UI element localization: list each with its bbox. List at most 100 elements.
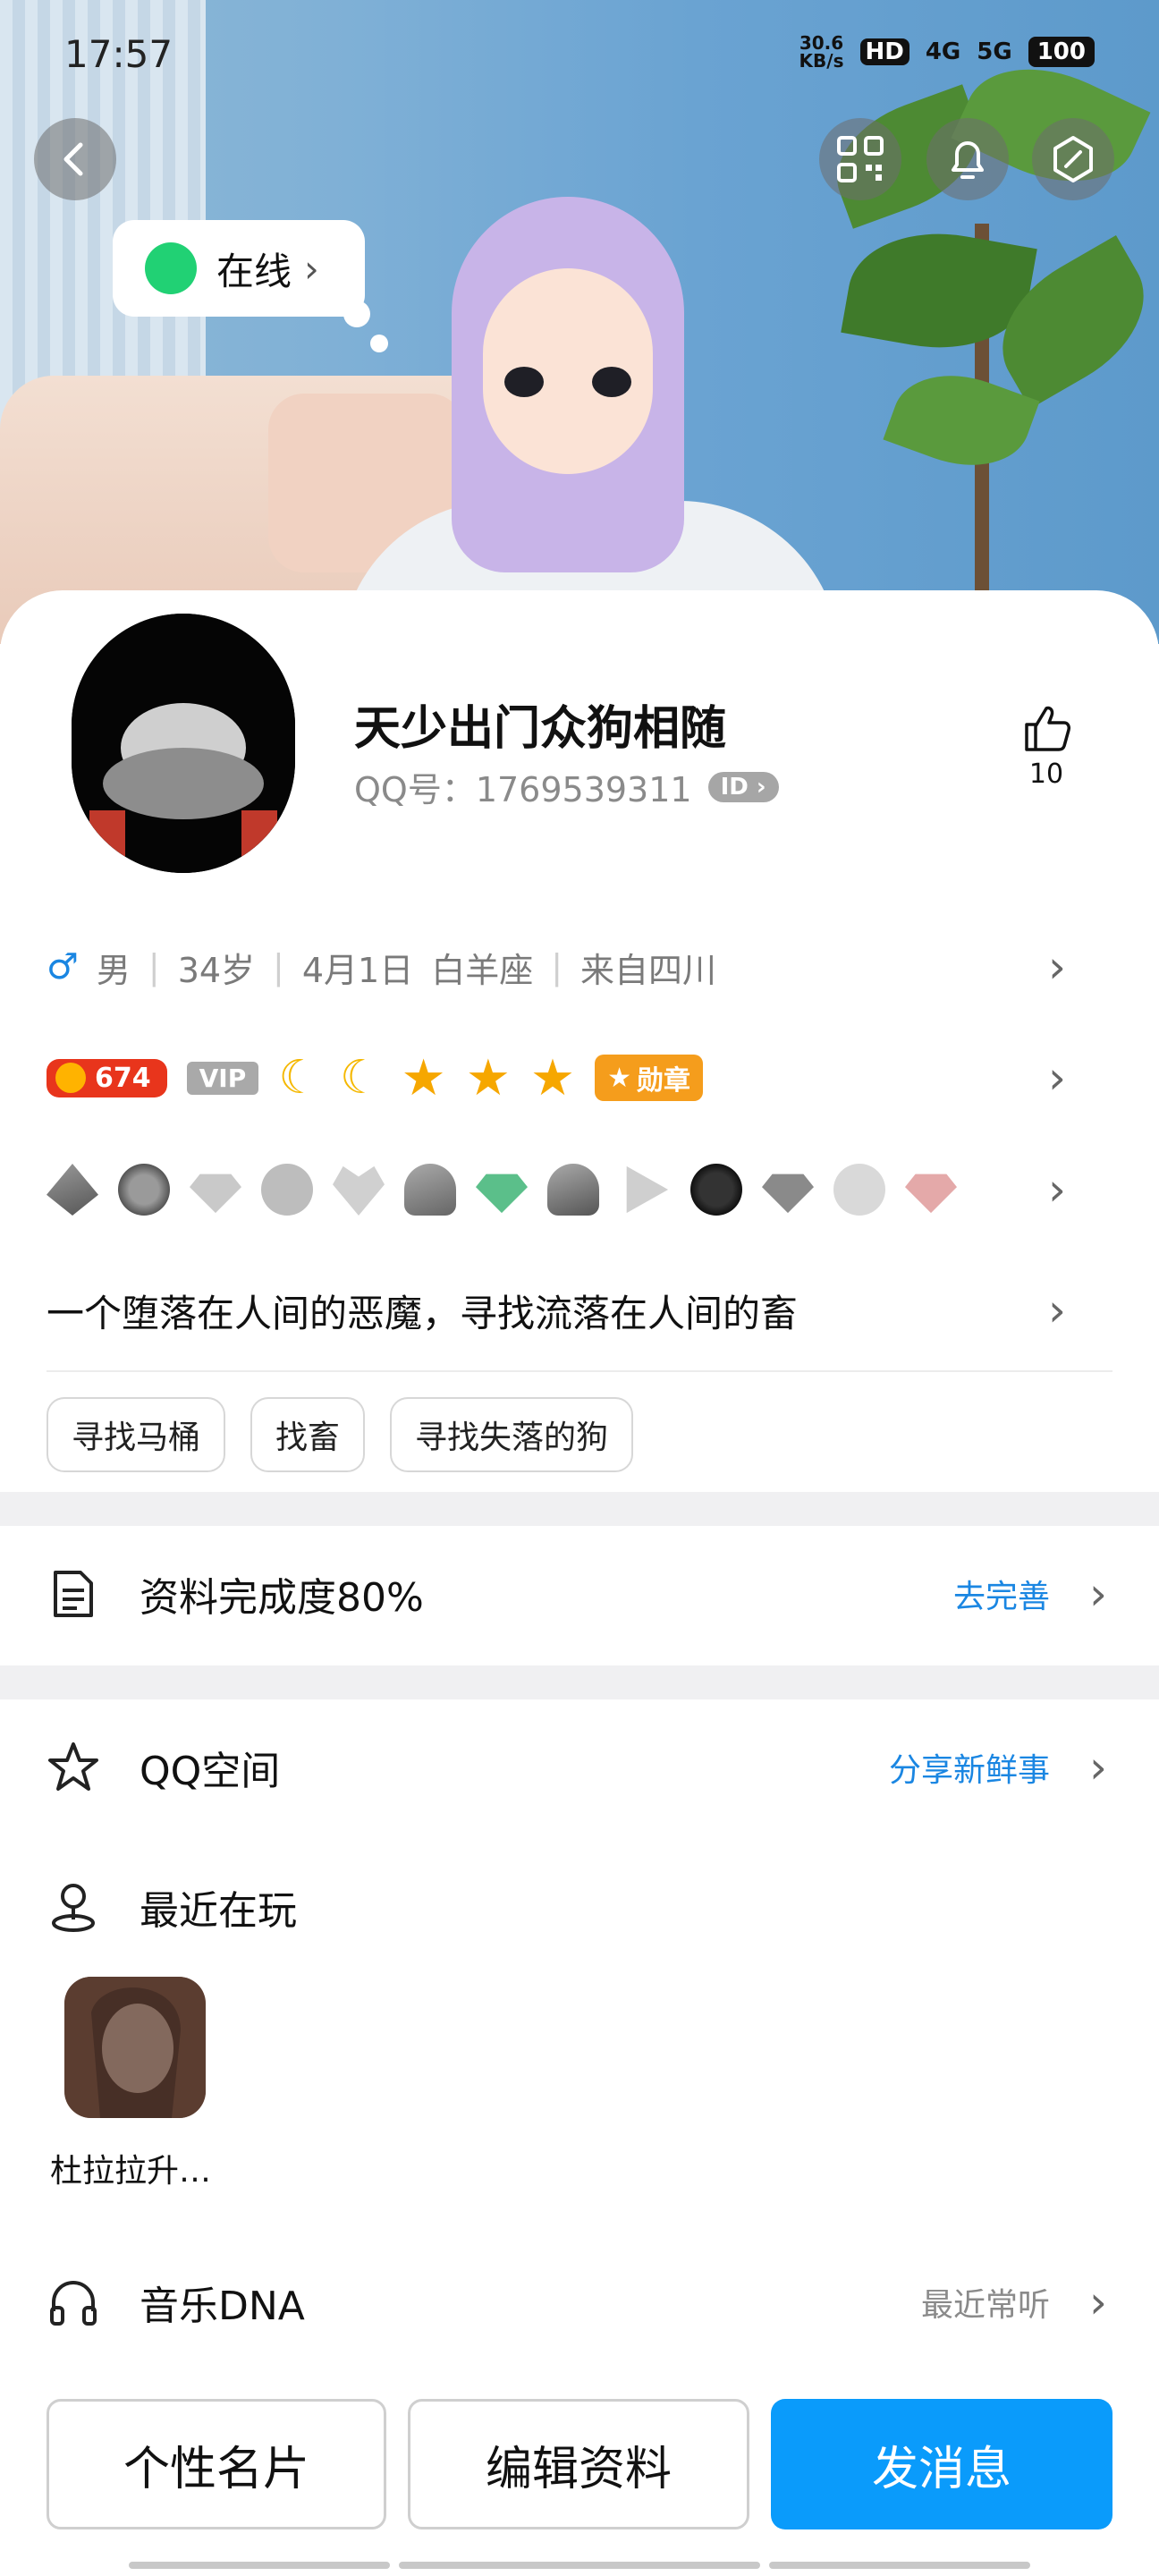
section-gap [0, 1665, 1159, 1699]
online-status-label: 在线 [216, 249, 292, 293]
completeness-label: 资料完成度80% [140, 1575, 424, 1621]
chevron-right-icon: › [1048, 1164, 1066, 1216]
diamond-icon [905, 1174, 957, 1214]
cloud-icon [833, 1164, 885, 1216]
diamond-icon [190, 1174, 241, 1214]
birthday: 4月1日 [301, 950, 414, 990]
recent-play-row[interactable]: 最近在玩 [47, 1862, 1112, 1952]
profile-cover[interactable] [0, 0, 1159, 644]
level-badge: 674 [47, 1058, 167, 1097]
tag[interactable]: 寻找马桶 [47, 1397, 226, 1472]
diamond-icon [476, 1174, 528, 1214]
nickname: 天少出门众狗相随 [354, 702, 727, 756]
edit-profile-button[interactable]: 编辑资料 [408, 2399, 749, 2529]
game-thumbnail[interactable] [64, 1977, 206, 2118]
complete-profile-link[interactable]: 去完善 [953, 1571, 1050, 1617]
privilege-icon [547, 1164, 599, 1216]
chevron-right-icon: › [1089, 1741, 1107, 1793]
settings-button[interactable] [1032, 118, 1114, 200]
hometown: 来自四川 [580, 950, 717, 990]
star-outline-icon [47, 1741, 100, 1794]
basic-info-row[interactable]: ♂ 男 | 34岁 | 4月1日 白羊座 | 来自四川 › [47, 937, 1112, 996]
hd-badge: HD [859, 38, 909, 65]
star-icon: ★ [401, 1048, 446, 1107]
thumbs-up-icon [1025, 706, 1070, 751]
headphones-icon [47, 2275, 100, 2329]
section-gap [0, 1492, 1159, 1526]
back-arrow-icon [63, 142, 83, 176]
game-title[interactable]: 杜拉拉升… [50, 2145, 211, 2191]
tags-row: 寻找马桶 找畜 寻找失落的狗 [47, 1397, 634, 1472]
signal-4g-icon: 4G [925, 38, 961, 65]
nav-bar-segment [399, 2562, 760, 2569]
qzone-row[interactable]: QQ空间 分享新鲜事 › [47, 1723, 1112, 1812]
chevron-right-icon: › [1048, 1052, 1066, 1104]
star-icon: ★ [529, 1048, 576, 1107]
privilege-icon [404, 1164, 456, 1216]
music-dna-row[interactable]: 音乐DNA 最近常听 › [47, 2258, 1112, 2347]
tag[interactable]: 找畜 [250, 1397, 366, 1472]
network-speed: 30.6 KB/s [799, 32, 844, 72]
profile-completeness-row[interactable]: 资料完成度80% 去完善 › [47, 1549, 1112, 1639]
id-badge[interactable]: ID › [707, 771, 779, 802]
privilege-icon [47, 1164, 98, 1216]
chevron-right-icon: › [304, 246, 319, 291]
notification-button[interactable] [926, 118, 1009, 200]
back-button[interactable] [34, 118, 116, 200]
qq-number[interactable]: QQ号：1769539311 ID › [354, 762, 779, 811]
zodiac: 白羊座 [431, 950, 534, 990]
penguin-icon [690, 1164, 742, 1216]
chevron-right-icon: › [1048, 941, 1066, 993]
send-message-button[interactable]: 发消息 [771, 2399, 1112, 2529]
recent-play-label: 最近在玩 [140, 1888, 297, 1934]
document-icon [47, 1567, 100, 1621]
qq-number-text: QQ号：1769539311 [354, 770, 692, 809]
nav-bar-segment [769, 2562, 1030, 2569]
eye [504, 367, 544, 397]
medal-badge: ★ 勋章 [595, 1055, 703, 1101]
status-time: 17:57 [64, 32, 173, 76]
chevron-right-icon: › [1089, 2276, 1107, 2328]
avatar-figure-face [483, 268, 653, 474]
chevron-right-icon: › [1089, 1568, 1107, 1620]
online-status-bubble[interactable]: 在线 › [113, 220, 365, 317]
tag[interactable]: 寻找失落的狗 [390, 1397, 634, 1472]
divider: | [148, 947, 160, 987]
recently-played-link[interactable]: 最近常听 [921, 2279, 1050, 2326]
profile-avatar[interactable] [72, 614, 295, 873]
online-dot-icon [145, 242, 197, 294]
like-button[interactable]: 10 [1011, 701, 1082, 790]
status-icons: 30.6 KB/s HD 4G 5G 100 [799, 34, 1095, 70]
qr-code-icon [837, 136, 884, 182]
coin-icon [55, 1063, 86, 1093]
male-icon: ♂ [47, 946, 79, 987]
moon-icon: ☾ [339, 1051, 382, 1105]
star-icon: ★ [465, 1048, 511, 1107]
bell-icon [952, 141, 984, 179]
eye [592, 367, 631, 397]
battery-icon: 100 [1028, 37, 1095, 67]
gender: 男 [96, 950, 131, 990]
play-icon [626, 1165, 669, 1214]
chevron-right-icon: › [1048, 1284, 1066, 1336]
signature-row[interactable]: 一个堕落在人间的恶魔，寻找流落在人间的畜 › [47, 1279, 1112, 1342]
bubble-tail [343, 301, 370, 327]
hexagon-settings-icon [1053, 136, 1093, 182]
location-pin-icon [47, 1880, 100, 1934]
personal-card-button[interactable]: 个性名片 [47, 2399, 386, 2529]
diamond-icon [762, 1174, 814, 1214]
signal-5g-icon: 5G [977, 38, 1012, 65]
level-badges-row[interactable]: 674 VIP ☾ ☾ ★ ★ ★ ★ 勋章 › [47, 1046, 1112, 1109]
music-dna-label: 音乐DNA [140, 2284, 305, 2329]
signature-text: 一个堕落在人间的恶魔，寻找流落在人间的畜 [47, 1291, 799, 1335]
game-cover-image [64, 1977, 206, 2118]
vip-badge: VIP [186, 1061, 259, 1095]
qr-code-button[interactable] [819, 118, 901, 200]
moon-icon: ☾ [278, 1051, 320, 1105]
divider: | [551, 947, 563, 987]
bubble-tail [370, 335, 388, 352]
privilege-icons-row[interactable]: › [47, 1154, 1112, 1225]
age: 34岁 [177, 950, 256, 990]
qzone-label: QQ空间 [140, 1749, 281, 1794]
share-news-link[interactable]: 分享新鲜事 [889, 1744, 1050, 1791]
